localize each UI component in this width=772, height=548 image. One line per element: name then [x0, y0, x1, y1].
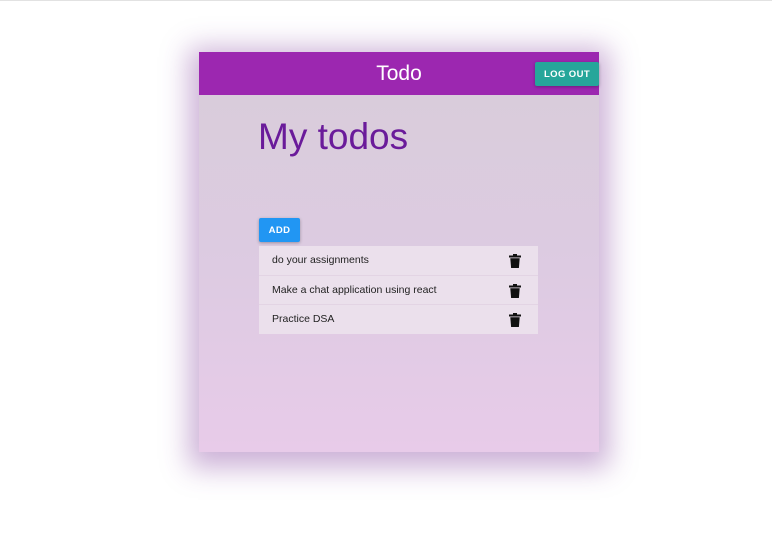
trash-icon — [509, 254, 521, 268]
todo-text: do your assignments — [272, 254, 369, 266]
todo-list: do your assignments Make a chat applicat… — [259, 246, 538, 334]
delete-button[interactable] — [509, 283, 521, 298]
trash-icon — [509, 283, 521, 298]
todo-card: Todo LOG OUT My todos ADD do your assign… — [199, 52, 599, 452]
todo-item: Make a chat application using react — [259, 276, 538, 306]
logout-button[interactable]: LOG OUT — [535, 62, 599, 86]
todo-text: Practice DSA — [272, 313, 335, 326]
browser-top-border — [0, 0, 772, 1]
add-button[interactable]: ADD — [259, 218, 300, 242]
delete-button[interactable] — [509, 254, 521, 268]
todo-text: Make a chat application using react — [272, 283, 437, 296]
delete-button[interactable] — [509, 313, 521, 328]
todo-item: do your assignments — [259, 246, 538, 276]
todo-item: Practice DSA — [259, 305, 538, 334]
page-title: My todos — [258, 116, 409, 157]
trash-icon — [509, 313, 521, 328]
app-bar: Todo LOG OUT — [199, 52, 599, 95]
